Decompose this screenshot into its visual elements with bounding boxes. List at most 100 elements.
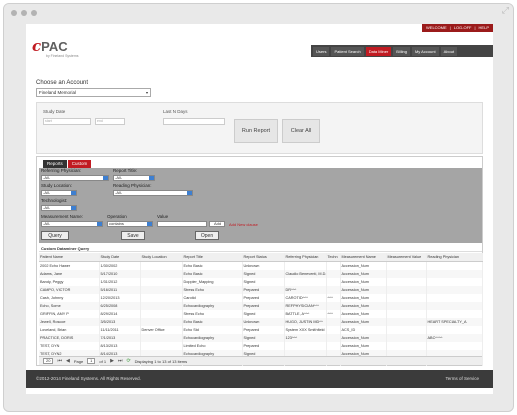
report-title-select[interactable]: -All-	[113, 175, 155, 181]
table-row[interactable]: CAMPO, VICTOR 5/16/2011 Stress Echo Prepare…	[39, 286, 483, 294]
window-dot-icon[interactable]	[21, 10, 27, 16]
table-cell	[386, 342, 427, 350]
welcome-link[interactable]: WELCOME	[426, 24, 447, 32]
table-row[interactable]: Bandy, Peggy 1/31/2012 Doppler_Mapping Sign…	[39, 278, 483, 286]
report-title-label: Report Title:	[113, 168, 138, 173]
date-filter-box: Study Date start end Last N Days Run Rep…	[36, 102, 483, 154]
study-location-select[interactable]: -All-	[41, 190, 77, 196]
technologist-label: Technologist:	[41, 198, 68, 203]
column-header[interactable]: Reading Physician	[426, 253, 483, 262]
nav-billing[interactable]: Billing	[393, 46, 410, 56]
table-cell: Unknown	[242, 261, 285, 270]
clear-all-button[interactable]: Clear All	[282, 119, 320, 143]
column-header[interactable]: Referring Physician	[284, 253, 327, 262]
table-cell: 8/29/2014	[99, 310, 141, 318]
table-cell	[386, 334, 427, 342]
dropdown-arrow-icon	[103, 176, 108, 180]
last-n-days-input[interactable]	[163, 118, 225, 125]
tab-custom[interactable]: Custom	[67, 160, 92, 168]
table-cell	[426, 302, 483, 310]
table-cell: Signed	[242, 278, 285, 286]
value-input[interactable]	[157, 221, 207, 227]
table-cell: Echo, Some	[39, 302, 100, 310]
table-cell: Jewell, Roscoe	[39, 318, 100, 326]
study-date-from-input[interactable]: start	[43, 118, 91, 125]
table-row[interactable]: PRACTICE, DORIS 7/1/2013 Echocardiography S…	[39, 334, 483, 342]
table-cell	[284, 342, 327, 350]
open-button[interactable]: Open	[195, 231, 219, 240]
column-header[interactable]: Measurement Name	[340, 253, 387, 262]
table-cell: ^^^	[326, 294, 341, 302]
measurement-name-select[interactable]: -All-	[41, 221, 103, 227]
table-cell	[386, 261, 427, 270]
column-header[interactable]: Report Status	[242, 253, 285, 262]
table-row[interactable]: 2002 Echo Hawer 1/30/2002 Echo Basic Unknow…	[39, 261, 483, 270]
page-label: Page	[73, 358, 84, 364]
report-panel: Reports Custom Referring Physician: -All…	[36, 156, 483, 366]
technologist-select[interactable]: -All-	[41, 205, 77, 211]
next-page-icon[interactable]: ▶	[110, 358, 114, 364]
table-cell: Signed	[242, 270, 285, 278]
column-header[interactable]: Study Date	[99, 253, 141, 262]
reading-physician-select[interactable]: -All-	[113, 190, 193, 196]
table-cell	[140, 294, 183, 302]
table-cell: 5/17/2010	[99, 270, 141, 278]
table-cell: 3/5/2013	[99, 318, 141, 326]
logoff-link[interactable]: LOG-OFF	[454, 24, 472, 32]
table-row[interactable]: Jewell, Roscoe 3/5/2013 Echo Basic Unknown H…	[39, 318, 483, 326]
table-cell	[326, 261, 341, 270]
column-header[interactable]: Report Title	[182, 253, 243, 262]
terms-link[interactable]: Terms of Service	[445, 370, 479, 388]
table-cell: Echocardiography	[182, 334, 243, 342]
nav-my-account[interactable]: My Account	[411, 46, 439, 56]
column-header[interactable]: Measurement Value	[386, 253, 427, 262]
tab-reports[interactable]: Reports	[43, 160, 67, 168]
table-row[interactable]: Adams, Jane 5/17/2010 Echo Basic Signed Clau…	[39, 270, 483, 278]
last-page-icon[interactable]: ⏭	[118, 358, 123, 364]
column-header[interactable]: Study Location	[140, 253, 183, 262]
nav-about[interactable]: About	[440, 46, 458, 56]
add-clause-button[interactable]: Add	[209, 221, 225, 227]
cpac-logo[interactable]: cPAC by Fineland Systems	[32, 37, 79, 58]
table-row[interactable]: Cash, Johnny 12/20/2013 Carotid Prepared CAR…	[39, 294, 483, 302]
account-select[interactable]: Fineland Memorial ▾	[36, 88, 151, 97]
help-link[interactable]: HELP	[479, 24, 489, 32]
expand-icon[interactable]: ⤢	[502, 6, 509, 16]
table-cell: Accession_Num	[340, 261, 387, 270]
custom-query-form: Referring Physician: -All- Report Title:…	[39, 168, 482, 243]
table-cell: Doppler_Mapping	[182, 278, 243, 286]
table-cell	[426, 326, 483, 334]
table-cell: DR^^^	[284, 286, 327, 294]
chevron-down-icon: ▾	[145, 90, 148, 95]
run-report-button[interactable]: Run Report	[234, 119, 278, 143]
referring-physician-select[interactable]: -All-	[41, 175, 109, 181]
table-cell: ACS_ID	[340, 326, 387, 334]
browser-window: ⤢ WELCOME | LOG-OFF | HELP cPAC by Finel…	[3, 3, 514, 412]
first-page-icon[interactable]: ⏮	[57, 358, 62, 364]
table-row[interactable]: GRIFFIN, AMY P 8/29/2014 Stress Echo Signed…	[39, 310, 483, 318]
table-row[interactable]: Echo, Some 6/25/2008 Echocardiography Prepa…	[39, 302, 483, 310]
prev-page-icon[interactable]: ◀	[66, 358, 70, 364]
table-cell: 6/25/2008	[99, 302, 141, 310]
query-button[interactable]: Query	[41, 231, 69, 240]
window-dot-icon[interactable]	[31, 10, 37, 16]
column-header[interactable]: Patient Name	[39, 253, 100, 262]
study-date-to-input[interactable]: end	[95, 118, 125, 125]
save-button[interactable]: Save	[121, 231, 145, 240]
table-row[interactable]: Loveland, Brian 11/11/2011 Denver Office Ec…	[39, 326, 483, 334]
page-size-select[interactable]: 20	[43, 358, 54, 364]
nav-patient-search[interactable]: Patient Search	[331, 46, 364, 56]
table-cell	[386, 326, 427, 334]
refresh-icon[interactable]: ⟳	[126, 358, 130, 364]
nav-data-miner[interactable]: Data Miner	[365, 46, 392, 56]
table-cell: 8/13/2013	[99, 342, 141, 350]
column-header[interactable]: Techn	[326, 253, 341, 262]
table-cell: HUGO, JUSTIN MD^^	[284, 318, 327, 326]
operation-select[interactable]: contains	[107, 221, 153, 227]
nav-users[interactable]: Users	[313, 46, 330, 56]
window-dot-icon[interactable]	[11, 10, 17, 16]
dropdown-arrow-icon	[147, 222, 152, 226]
table-cell	[140, 310, 183, 318]
page-number-input[interactable]: 1	[87, 358, 96, 364]
table-row[interactable]: TEST, DYN 8/13/2013 Limited Echo Prepared Ac…	[39, 342, 483, 350]
